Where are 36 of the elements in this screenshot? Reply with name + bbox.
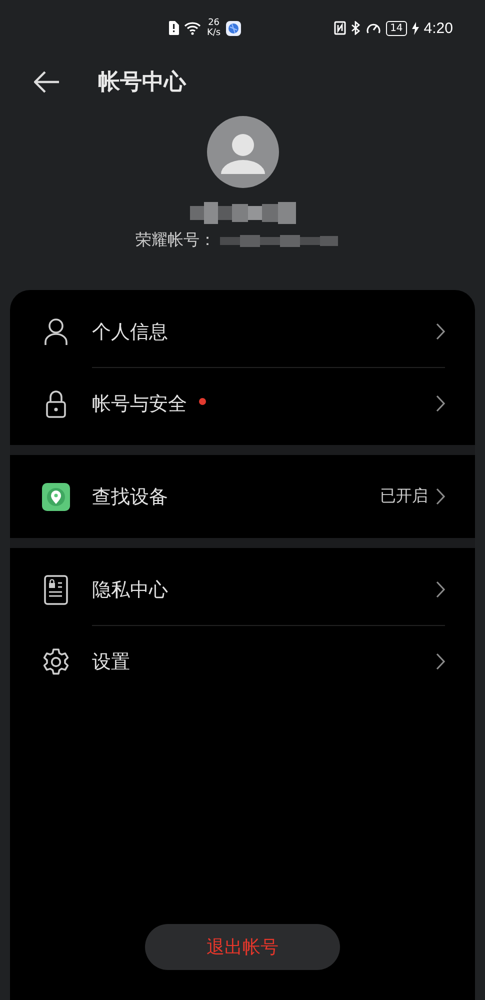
person-icon [44,318,68,346]
row-value: 已开启 [380,486,428,507]
chevron-right-icon [436,653,445,670]
speedometer-icon [366,21,382,35]
row-label: 个人信息 [92,320,168,344]
location-pin-icon [42,482,70,510]
battery-icon: 14 [386,20,407,36]
app-icon [226,20,241,36]
chevron-right-icon [436,581,445,598]
settings-row[interactable]: 帐号与安全 [10,368,475,439]
row-label: 隐私中心 [92,578,168,602]
avatar-icon[interactable] [206,116,278,188]
settings-row[interactable]: 设置 [10,626,475,697]
clock-time: 4:20 [424,20,453,36]
wifi-icon [184,21,202,35]
charging-icon [412,22,419,34]
chevron-right-icon [436,395,445,412]
settings-row[interactable]: 隐私中心 [10,554,475,625]
row-label: 查找设备 [92,484,168,510]
chevron-right-icon [436,323,445,340]
row-label: 帐号与安全 [92,392,187,416]
page-title: 帐号中心 [98,68,186,97]
settings-row[interactable]: 个人信息 [10,296,475,367]
settings-row[interactable]: 查找设备 已开启 [10,461,475,532]
account-id-label: 荣耀帐号： [136,230,216,251]
lock-icon [45,390,67,418]
nfc-icon [334,21,346,35]
network-speed: 26 [208,18,220,28]
settings-icon [42,648,70,676]
back-button[interactable] [34,71,60,93]
chevron-right-icon [436,488,445,505]
bluetooth-icon [351,21,362,35]
id-card-icon [44,574,68,604]
row-label: 设置 [92,650,130,674]
sim-alert-icon [168,21,179,35]
speed-unit: K/s [207,28,221,38]
